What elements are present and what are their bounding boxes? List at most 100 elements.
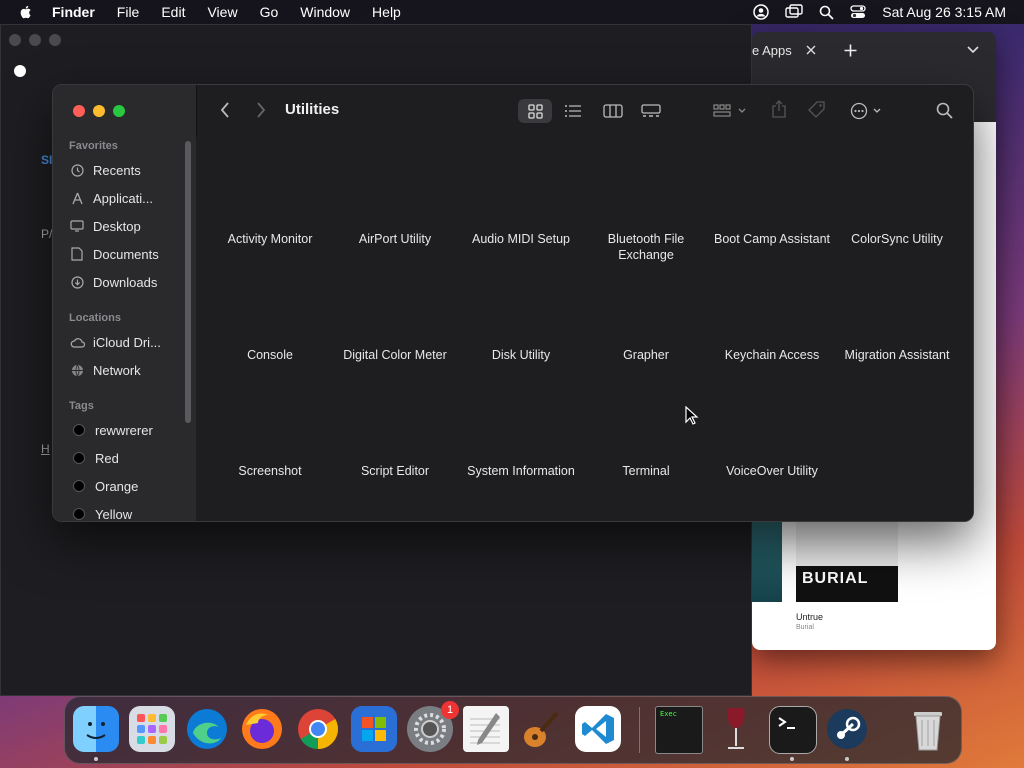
screen-mirroring-icon[interactable] — [785, 4, 803, 20]
album-art-text: BURIAL — [802, 570, 869, 587]
file-item[interactable]: System Information — [461, 463, 581, 479]
dock-app-launchpad[interactable] — [129, 706, 175, 752]
file-item[interactable]: Digital Color Meter — [335, 347, 455, 363]
window-controls — [73, 105, 125, 117]
dock-app-finder[interactable] — [73, 706, 119, 752]
dock-app-exec[interactable]: Exec — [655, 706, 703, 754]
group-button[interactable] — [711, 99, 751, 123]
control-center-icon[interactable] — [850, 5, 866, 19]
menu-app-name[interactable]: Finder — [52, 4, 95, 20]
column-view-button[interactable] — [598, 99, 628, 123]
clock-icon — [69, 162, 85, 178]
back-icon[interactable] — [220, 102, 230, 118]
minimize-button[interactable] — [93, 105, 105, 117]
sidebar-tag-item[interactable]: Red — [69, 446, 187, 470]
icon-view-button[interactable] — [518, 99, 552, 123]
album-title[interactable]: Untrue — [796, 612, 823, 622]
sidebar-item-label: Yellow — [95, 506, 133, 522]
search-icon[interactable] — [936, 102, 953, 119]
sidebar-item-label: Red — [95, 450, 119, 466]
user-icon[interactable] — [753, 4, 769, 20]
firefox-icon — [242, 709, 282, 749]
sidebar-item-documents[interactable]: Documents — [69, 242, 187, 266]
album-art[interactable]: BURIAL — [796, 522, 898, 602]
trash-icon — [914, 712, 942, 751]
dock-app-vscode[interactable] — [575, 706, 621, 752]
dock-app-edge[interactable] — [184, 706, 230, 752]
dock-separator — [639, 707, 640, 753]
file-item[interactable]: Screenshot — [210, 463, 330, 479]
sidebar-item-label: Applicati... — [93, 190, 153, 206]
action-button[interactable] — [848, 99, 888, 123]
browser-tab-label[interactable]: e Apps — [752, 43, 792, 58]
close-tab-icon[interactable] — [806, 45, 816, 55]
edge-icon — [187, 709, 227, 749]
menu-view[interactable]: View — [207, 4, 237, 20]
dock-app-steam[interactable] — [824, 706, 870, 752]
dock-app-wine[interactable] — [713, 706, 759, 752]
sidebar-item-icloud[interactable]: iCloud Dri... — [69, 330, 187, 354]
zoom-button[interactable] — [113, 105, 125, 117]
sidebar-tag-item[interactable]: Orange — [69, 474, 187, 498]
menu-go[interactable]: Go — [260, 4, 279, 20]
dock-app-microsoft-store[interactable] — [351, 706, 397, 752]
gallery-view-button[interactable] — [636, 99, 666, 123]
apple-menu-icon[interactable] — [18, 4, 34, 20]
window-control-icon[interactable] — [49, 34, 61, 46]
file-item[interactable]: Keychain Access — [712, 347, 832, 363]
search-icon[interactable] — [819, 5, 834, 20]
list-icon — [565, 105, 581, 117]
sidebar-item-label: Downloads — [93, 274, 158, 290]
file-item[interactable]: Grapher — [586, 347, 706, 363]
sidebar-scrollbar[interactable] — [185, 141, 191, 423]
sidebar-item-network[interactable]: Network — [69, 358, 187, 382]
tag-icon[interactable] — [808, 101, 826, 119]
file-item[interactable]: Console — [210, 347, 330, 363]
file-item[interactable]: VoiceOver Utility — [712, 463, 832, 479]
file-item[interactable]: AirPort Utility — [335, 231, 455, 247]
chevron-down-icon[interactable] — [967, 46, 979, 54]
share-icon[interactable] — [772, 100, 786, 118]
menu-edit[interactable]: Edit — [161, 4, 185, 20]
sidebar-item-recents[interactable]: Recents — [69, 158, 187, 182]
dock-trash[interactable] — [905, 706, 951, 752]
file-item[interactable]: Audio MIDI Setup — [461, 231, 581, 247]
file-item[interactable]: Activity Monitor — [210, 231, 330, 247]
sidebar-item-applications[interactable]: Applicati... — [69, 186, 187, 210]
file-item[interactable]: Boot Camp Assistant — [712, 231, 832, 247]
dock-app-textedit[interactable] — [463, 706, 509, 752]
sidebar-header-tags: Tags — [69, 400, 94, 412]
forward-icon[interactable] — [256, 102, 266, 118]
dock-app-garageband[interactable] — [518, 706, 564, 752]
menu-clock[interactable]: Sat Aug 26 3:15 AM — [882, 4, 1006, 20]
file-item[interactable]: Bluetooth File Exchange — [586, 231, 706, 263]
menu-window[interactable]: Window — [300, 4, 350, 20]
dock-app-firefox[interactable] — [239, 706, 285, 752]
window-control-icon[interactable] — [29, 34, 41, 46]
tag-dot-icon — [73, 480, 85, 492]
new-tab-icon[interactable] — [844, 44, 857, 57]
close-button[interactable] — [73, 105, 85, 117]
file-item[interactable]: ColorSync Utility — [837, 231, 957, 247]
list-view-button[interactable] — [558, 99, 588, 123]
sidebar-item-desktop[interactable]: Desktop — [69, 214, 187, 238]
sidebar-tag-item[interactable]: Yellow — [69, 502, 187, 522]
running-indicator — [845, 757, 849, 761]
dock-app-chrome[interactable] — [295, 706, 341, 752]
sidebar-item-downloads[interactable]: Downloads — [69, 270, 187, 294]
menu-file[interactable]: File — [117, 4, 140, 20]
group-icon — [713, 104, 746, 117]
file-item[interactable]: Script Editor — [335, 463, 455, 479]
textedit-icon — [470, 713, 500, 745]
dock-app-terminal[interactable] — [769, 706, 817, 754]
background-window-titlebar — [1, 25, 751, 55]
file-item[interactable]: Disk Utility — [461, 347, 581, 363]
ellipsis-icon — [850, 102, 881, 120]
album-artist[interactable]: Burial — [796, 624, 814, 631]
menu-help[interactable]: Help — [372, 4, 401, 20]
file-item[interactable]: Migration Assistant — [837, 347, 957, 363]
window-control-icon[interactable] — [9, 34, 21, 46]
sidebar-tag-item[interactable]: rewwrerer — [69, 418, 187, 442]
file-grid: Activity Monitor AirPort Utility Audio M… — [196, 137, 973, 521]
file-item[interactable]: Terminal — [586, 463, 706, 479]
